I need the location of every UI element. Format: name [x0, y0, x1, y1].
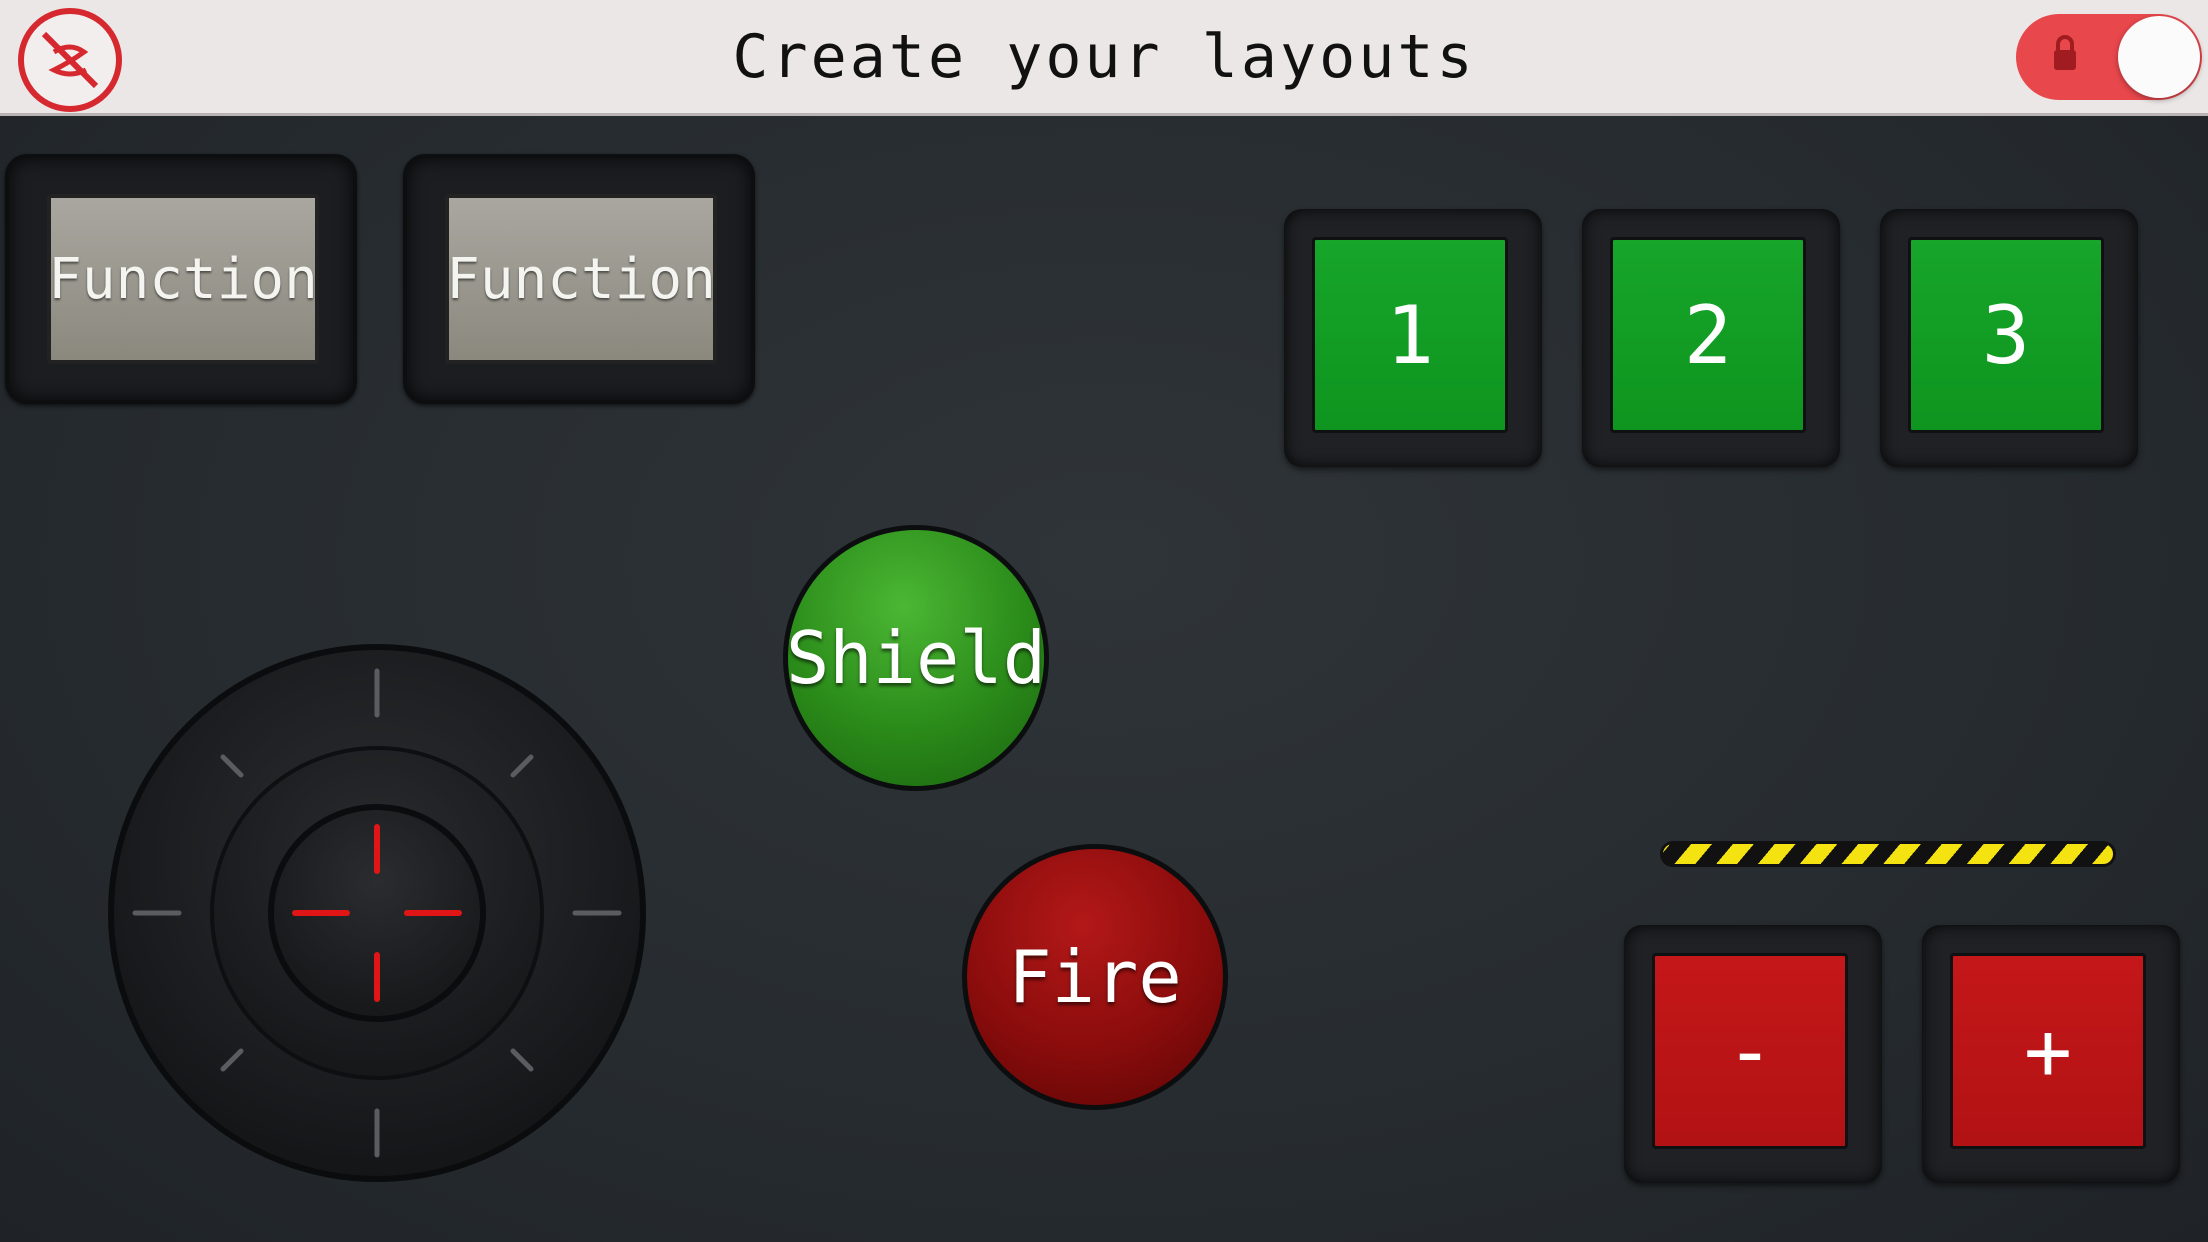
shield-button[interactable]: Shield [783, 525, 1049, 791]
number-button-2[interactable]: 2 [1610, 237, 1806, 433]
function-button-2[interactable]: Function [445, 194, 717, 364]
function-button-1[interactable]: Function [47, 194, 319, 364]
number-button-1[interactable]: 1 [1312, 237, 1508, 433]
page-title: Create your layouts [732, 22, 1476, 92]
number-button-frame-2: 2 [1582, 209, 1840, 467]
minus-button-frame: - [1624, 925, 1882, 1183]
number-button-3[interactable]: 3 [1908, 237, 2104, 433]
joystick[interactable] [107, 643, 647, 1183]
hazard-stripe [1660, 841, 2116, 867]
toggle-knob[interactable] [2118, 16, 2200, 98]
plus-button-frame: + [1922, 925, 2180, 1183]
top-bar: Create your layouts [0, 0, 2208, 116]
lock-toggle[interactable] [2016, 14, 2202, 100]
function-button-frame-1: Function [5, 154, 357, 404]
plus-button[interactable]: + [1950, 953, 2146, 1149]
dpad-joystick-icon [108, 644, 646, 1182]
fire-button[interactable]: Fire [962, 844, 1228, 1110]
function-button-frame-2: Function [403, 154, 755, 404]
minus-button[interactable]: - [1652, 953, 1848, 1149]
lock-icon [2052, 34, 2078, 78]
number-button-frame-3: 3 [1880, 209, 2138, 467]
number-button-frame-1: 1 [1284, 209, 1542, 467]
